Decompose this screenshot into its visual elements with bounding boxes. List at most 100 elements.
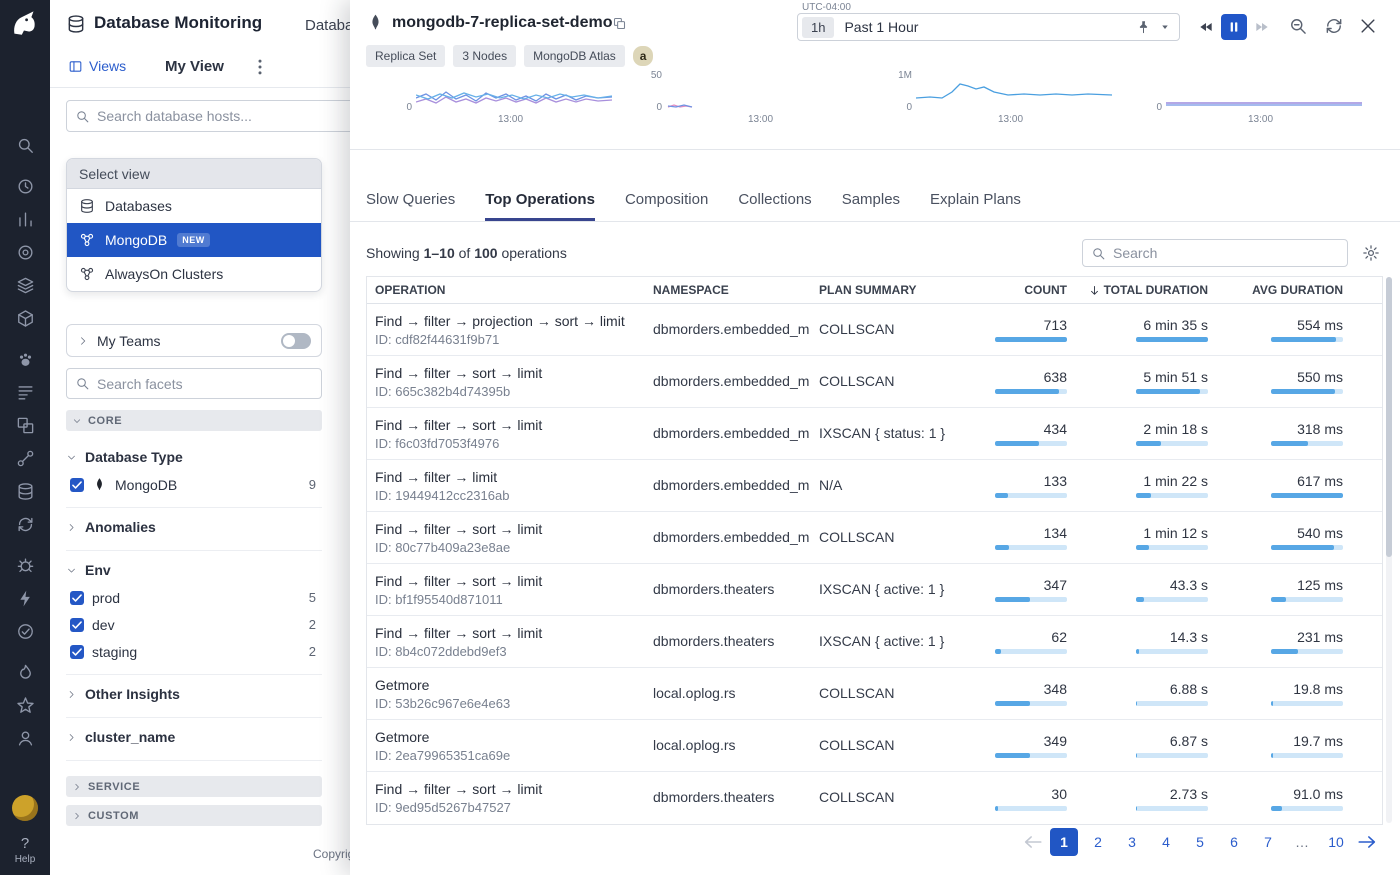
sidebar-monitors-icon[interactable] bbox=[16, 243, 35, 262]
tab-samples[interactable]: Samples bbox=[842, 180, 900, 221]
aws-tag-chip[interactable]: a bbox=[632, 46, 654, 66]
mini-chart-plot[interactable] bbox=[916, 68, 1112, 112]
page-button-7[interactable]: 7 bbox=[1254, 828, 1282, 856]
sidebar-ci-icon[interactable] bbox=[16, 622, 35, 641]
help-button[interactable]: ? Help bbox=[15, 835, 36, 865]
facet-header-cluster-name[interactable]: cluster_name bbox=[66, 723, 322, 751]
pin-icon[interactable] bbox=[1136, 20, 1151, 35]
my-teams-toggle[interactable] bbox=[281, 332, 311, 349]
page-button-4[interactable]: 4 bbox=[1152, 828, 1180, 856]
copy-icon[interactable] bbox=[612, 16, 627, 31]
scrollbar-thumb[interactable] bbox=[1386, 277, 1392, 557]
page-button-1[interactable]: 1 bbox=[1050, 828, 1078, 856]
zoom-out-icon[interactable] bbox=[1288, 16, 1308, 36]
user-avatar[interactable] bbox=[12, 795, 38, 821]
facet-header-env[interactable]: Env bbox=[66, 556, 322, 584]
tag-chip[interactable]: Replica Set bbox=[366, 45, 446, 67]
sidebar-security-icon[interactable] bbox=[16, 556, 35, 575]
sidebar-infrastructure-icon[interactable] bbox=[16, 276, 35, 295]
sidebar-organization-icon[interactable] bbox=[16, 729, 35, 748]
tab-top-operations[interactable]: Top Operations bbox=[485, 180, 595, 221]
tag-chip[interactable]: MongoDB Atlas bbox=[524, 45, 625, 67]
checkbox-checked[interactable] bbox=[70, 477, 84, 492]
table-row[interactable]: Find → filter → sort → limit ID: 9ed95d52… bbox=[367, 772, 1382, 824]
page-button-10[interactable]: 10 bbox=[1322, 828, 1350, 856]
table-row[interactable]: Getmore ID: 2ea79965351ca69e local.oplog.r… bbox=[367, 720, 1382, 772]
table-scrollbar[interactable] bbox=[1386, 277, 1392, 823]
section-service[interactable]: SERVICE bbox=[66, 776, 322, 797]
mini-chart-plot[interactable] bbox=[416, 68, 612, 112]
sidebar-profiling-icon[interactable] bbox=[16, 663, 35, 682]
facet-header-database-type[interactable]: Database Type bbox=[66, 443, 322, 471]
datadog-logo-icon[interactable] bbox=[8, 6, 42, 40]
sidebar-dashboards-icon[interactable] bbox=[16, 210, 35, 229]
table-row[interactable]: Find → filter → limit ID: 19449412cc2316a… bbox=[367, 460, 1382, 512]
checkbox-checked[interactable] bbox=[70, 590, 84, 605]
page-button-3[interactable]: 3 bbox=[1118, 828, 1146, 856]
select-view-item-mongodb[interactable]: MongoDB NEW bbox=[67, 223, 321, 257]
sidebar-paw-icon[interactable] bbox=[16, 350, 35, 369]
select-view-item-alwayson-clusters[interactable]: AlwaysOn Clusters bbox=[67, 257, 321, 291]
facet-header-other-insights[interactable]: Other Insights bbox=[66, 680, 322, 708]
tab-composition[interactable]: Composition bbox=[625, 180, 708, 221]
table-settings-gear-icon[interactable] bbox=[1362, 244, 1380, 262]
facet-option-staging[interactable]: staging 2 bbox=[66, 638, 322, 665]
refresh-icon[interactable] bbox=[1324, 16, 1344, 36]
checkbox-checked[interactable] bbox=[70, 644, 84, 659]
facet-header-anomalies[interactable]: Anomalies bbox=[66, 513, 322, 541]
sidebar-apm-icon[interactable] bbox=[16, 589, 35, 608]
time-range-picker[interactable]: 1h Past 1 Hour bbox=[797, 13, 1180, 41]
facet-option-mongodb[interactable]: MongoDB 9 bbox=[66, 471, 322, 498]
select-view-item-databases[interactable]: Databases bbox=[67, 189, 321, 223]
tab-collections[interactable]: Collections bbox=[738, 180, 811, 221]
mini-chart-plot[interactable] bbox=[1166, 68, 1362, 112]
sidebar-network-icon[interactable] bbox=[16, 449, 35, 468]
playback-back-button[interactable] bbox=[1193, 14, 1219, 40]
next-page-arrow-icon[interactable] bbox=[1356, 831, 1378, 853]
sidebar-containers-icon[interactable] bbox=[16, 309, 35, 328]
table-row[interactable]: Find → filter → sort → limit ID: bf1f9554… bbox=[367, 564, 1382, 616]
current-view-name[interactable]: My View bbox=[165, 58, 224, 75]
page-button-2[interactable]: 2 bbox=[1084, 828, 1112, 856]
playback-forward-button[interactable] bbox=[1249, 14, 1275, 40]
tab-databases[interactable]: Databases bbox=[305, 17, 350, 34]
column-header-count[interactable]: COUNT bbox=[977, 283, 1073, 297]
column-header-namespace[interactable]: NAMESPACE bbox=[645, 283, 811, 297]
table-row[interactable]: Getmore ID: 53b26c967e6e4e63 local.oplog.r… bbox=[367, 668, 1382, 720]
table-row[interactable]: Find → filter → sort → limit ID: 8b4c072d… bbox=[367, 616, 1382, 668]
column-header-total-duration[interactable]: TOTAL DURATION bbox=[1073, 283, 1214, 297]
column-header-operation[interactable]: OPERATION bbox=[367, 283, 645, 297]
sidebar-rum-icon[interactable] bbox=[16, 416, 35, 435]
sidebar-serverless-icon[interactable] bbox=[16, 696, 35, 715]
playback-pause-button[interactable] bbox=[1221, 14, 1247, 40]
table-row[interactable]: Find → filter → sort → limit ID: 80c77b40… bbox=[367, 512, 1382, 564]
table-row[interactable]: Find → filter → projection → sort → limi… bbox=[367, 304, 1382, 356]
sidebar-history-icon[interactable] bbox=[16, 177, 35, 196]
view-options-kebab-icon[interactable] bbox=[250, 55, 270, 79]
sidebar-search-icon[interactable] bbox=[16, 136, 35, 155]
tab-slow-queries[interactable]: Slow Queries bbox=[366, 180, 455, 221]
section-core[interactable]: CORE bbox=[66, 410, 322, 431]
chevron-down-icon[interactable] bbox=[1159, 21, 1171, 33]
sidebar-database-icon[interactable] bbox=[16, 482, 35, 501]
tab-explain-plans[interactable]: Explain Plans bbox=[930, 180, 1021, 221]
column-header-avg-duration[interactable]: AVG DURATION bbox=[1214, 283, 1384, 297]
tag-chip[interactable]: 3 Nodes bbox=[453, 45, 517, 67]
page-button-6[interactable]: 6 bbox=[1220, 828, 1248, 856]
facet-option-prod[interactable]: prod 5 bbox=[66, 584, 322, 611]
views-button[interactable]: Views bbox=[68, 58, 126, 74]
close-icon[interactable] bbox=[1358, 16, 1378, 36]
sidebar-sync-icon[interactable] bbox=[16, 515, 35, 534]
page-button-5[interactable]: 5 bbox=[1186, 828, 1214, 856]
facet-option-dev[interactable]: dev 2 bbox=[66, 611, 322, 638]
table-row[interactable]: Find → filter → sort → limit ID: 665c382b… bbox=[367, 356, 1382, 408]
mini-chart-plot[interactable] bbox=[666, 68, 862, 112]
table-row[interactable]: Find → filter → sort → limit ID: f6c03fd7… bbox=[367, 408, 1382, 460]
my-teams-filter[interactable]: My Teams bbox=[66, 324, 322, 357]
facet-search-input[interactable] bbox=[97, 375, 321, 392]
section-custom[interactable]: CUSTOM bbox=[66, 805, 322, 826]
host-search-input[interactable] bbox=[97, 108, 350, 124]
operations-search-input[interactable] bbox=[1113, 245, 1347, 261]
sidebar-logs-icon[interactable] bbox=[16, 383, 35, 402]
column-header-plan-summary[interactable]: PLAN SUMMARY bbox=[811, 283, 977, 297]
